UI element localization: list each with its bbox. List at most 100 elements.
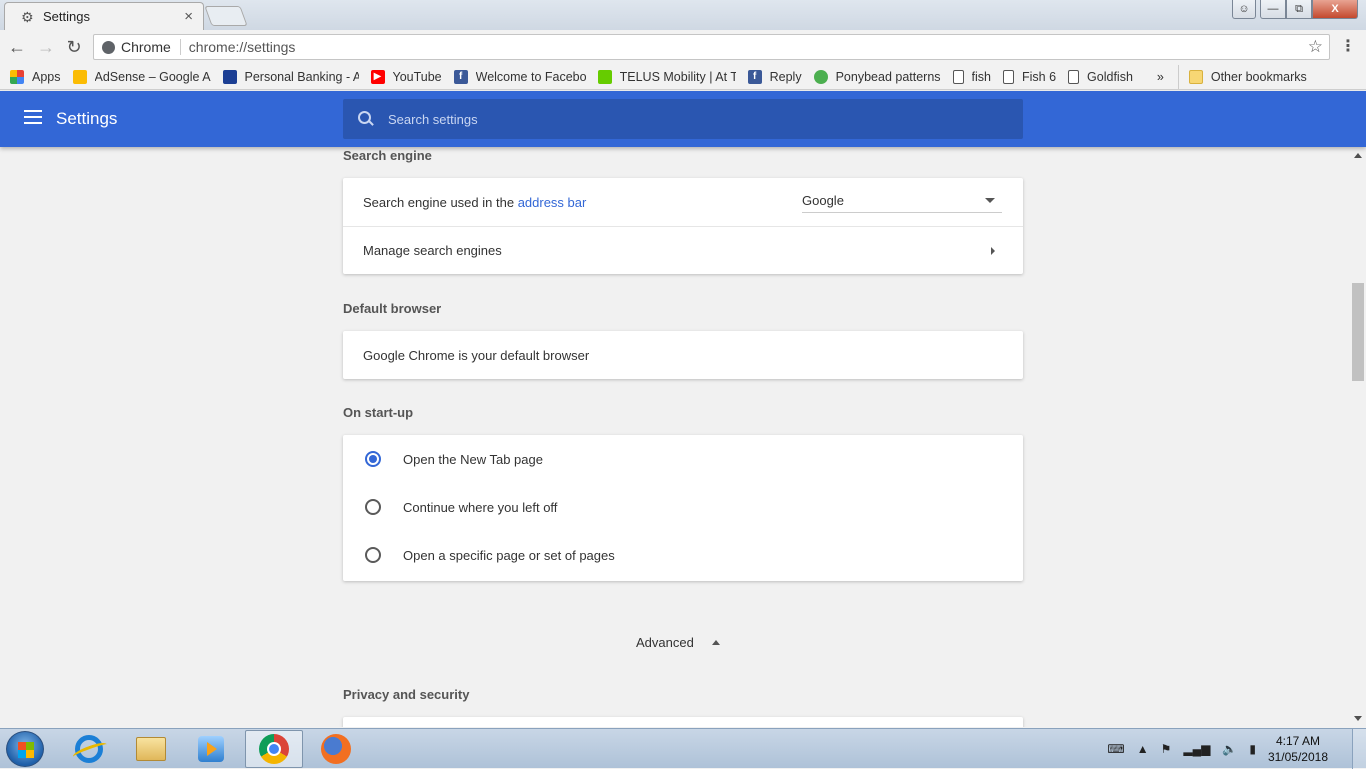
page-title: Settings [56,109,118,128]
start-button[interactable] [6,731,44,767]
bookmark-fish[interactable]: fish [947,65,997,89]
keyboard-icon[interactable]: ⌨ [1107,742,1124,756]
volume-icon[interactable]: 🔈 [1222,742,1237,756]
bookmark-facebook[interactable]: f Welcome to Faceboo [448,65,592,89]
restore-icon: ⧉ [1295,2,1303,15]
url-text[interactable]: chrome://settings [181,39,1308,55]
settings-header: Settings Search settings [0,91,1366,147]
tab-title: Settings [43,9,90,24]
network-signal-icon[interactable]: ▂▄▆ [1183,742,1210,756]
privacy-card [343,717,1023,727]
menu-icon[interactable] [24,110,42,126]
taskbar-chrome[interactable] [245,730,303,768]
bookmark-adsense[interactable]: AdSense – Google A [67,65,217,89]
maximize-button[interactable]: ⧉ [1286,0,1312,19]
back-button[interactable]: ← [6,36,28,58]
page-scrollbar[interactable] [1350,147,1366,727]
default-browser-heading: Default browser [343,301,442,316]
new-tab-button[interactable] [204,6,248,26]
close-icon: X [1331,3,1339,15]
search-engine-card: Search engine used in the address bar Go… [343,178,1023,274]
address-bar[interactable]: Chrome chrome://settings ☆ [93,34,1330,60]
clock[interactable]: 4:17 AM 31/05/2018 [1268,733,1328,765]
battery-icon[interactable]: ▮ [1249,742,1256,756]
internet-explorer-icon [75,735,103,763]
taskbar-internet-explorer[interactable] [60,730,118,768]
search-engine-heading: Search engine [343,148,432,163]
facebook-icon: f [747,69,762,84]
scrollbar-thumb[interactable] [1352,283,1364,381]
arrow-left-icon: ← [8,36,26,57]
telus-icon [597,69,612,84]
gear-icon: ⚙ [21,8,34,25]
action-center-flag-icon[interactable]: ⚑ [1161,742,1172,756]
chevron-double-right-icon: » [1156,69,1164,84]
clock-date: 31/05/2018 [1267,750,1328,764]
taskbar-file-explorer[interactable] [122,730,180,768]
windows-logo-icon [18,742,34,758]
bookmark-reply[interactable]: f Reply [742,65,808,89]
bookmark-personal-banking[interactable]: Personal Banking - A [217,65,365,89]
bookmark-telus[interactable]: TELUS Mobility | At T [592,65,742,89]
search-engine-label: Search engine used in the address bar [363,194,587,210]
radio-unchecked-icon[interactable] [365,547,381,563]
show-desktop-button[interactable] [1352,729,1366,769]
search-icon [358,111,374,127]
chevron-up-icon[interactable]: ▲ [1137,742,1149,756]
other-bookmarks[interactable]: Other bookmarks [1177,64,1313,89]
default-browser-card: Google Chrome is your default browser [343,331,1023,379]
scroll-up-icon[interactable] [1354,153,1362,158]
bookmark-ponybead[interactable]: Ponybead patterns [808,65,947,89]
page-icon [952,69,964,84]
close-button[interactable]: X [1312,0,1358,19]
search-engine-select[interactable]: Google [802,189,1002,213]
user-profile-button[interactable]: ☺ [1232,0,1256,19]
reload-button[interactable]: ↻ [63,36,85,58]
facebook-icon: f [453,69,468,84]
advanced-label: Advanced [636,635,694,650]
arrow-right-icon: → [37,36,55,57]
chrome-menu-button[interactable]: ⋮ [1340,38,1356,56]
tab-close-button[interactable]: × [184,8,193,25]
media-player-icon [198,736,224,762]
bookmark-apps[interactable]: Apps [0,65,67,89]
bookmark-youtube[interactable]: ▶ YouTube [365,65,448,89]
startup-option-new-tab[interactable]: Open the New Tab page [343,435,1023,483]
title-bar: ⚙ Settings × ☺ — ⧉ X [0,0,1366,30]
startup-heading: On start-up [343,405,414,420]
forward-button[interactable]: → [35,36,57,58]
bookmark-goldfish[interactable]: Goldfish [1062,65,1139,89]
address-bar-link[interactable]: address bar [518,195,587,210]
taskbar-firefox[interactable] [307,730,365,768]
startup-option-specific-pages[interactable]: Open a specific page or set of pages [343,531,1023,579]
bookmarks-overflow-button[interactable]: » [1151,65,1170,89]
apps-grid-icon [10,69,24,84]
advanced-toggle[interactable]: Advanced [636,635,720,650]
bookmarks-bar: Apps AdSense – Google A Personal Banking… [0,64,1366,90]
arrow-right-icon [991,247,995,255]
youtube-icon: ▶ [370,69,385,84]
system-tray: ⌨ ▲ ⚑ ▂▄▆ 🔈 ▮ 4:17 AM 31/05/2018 [1107,729,1366,769]
more-vert-icon: ⋮ [1340,38,1356,55]
search-input[interactable]: Search settings [343,99,1023,139]
radio-unchecked-icon[interactable] [365,499,381,515]
tab-settings[interactable]: ⚙ Settings × [4,2,204,30]
bookmark-star-icon[interactable]: ☆ [1308,37,1323,57]
radio-checked-icon[interactable] [365,451,381,467]
bookmark-fish-6[interactable]: Fish 6 [997,65,1062,89]
taskbar-media-player[interactable] [182,730,240,768]
person-icon: ☺ [1238,3,1250,15]
manage-search-engines-row[interactable]: Manage search engines [343,226,1023,274]
minimize-button[interactable]: — [1260,0,1286,19]
default-browser-status: Google Chrome is your default browser [363,347,590,363]
chrome-page-icon [102,40,115,54]
ponybead-icon [813,69,828,84]
page-icon [1068,69,1080,84]
clock-time: 4:17 AM [1275,734,1320,748]
startup-card: Open the New Tab page Continue where you… [343,435,1023,581]
startup-option-continue[interactable]: Continue where you left off [343,483,1023,531]
file-explorer-icon [136,737,166,761]
adsense-icon [72,69,87,84]
page-icon [1003,69,1014,84]
scroll-down-icon[interactable] [1354,716,1362,721]
